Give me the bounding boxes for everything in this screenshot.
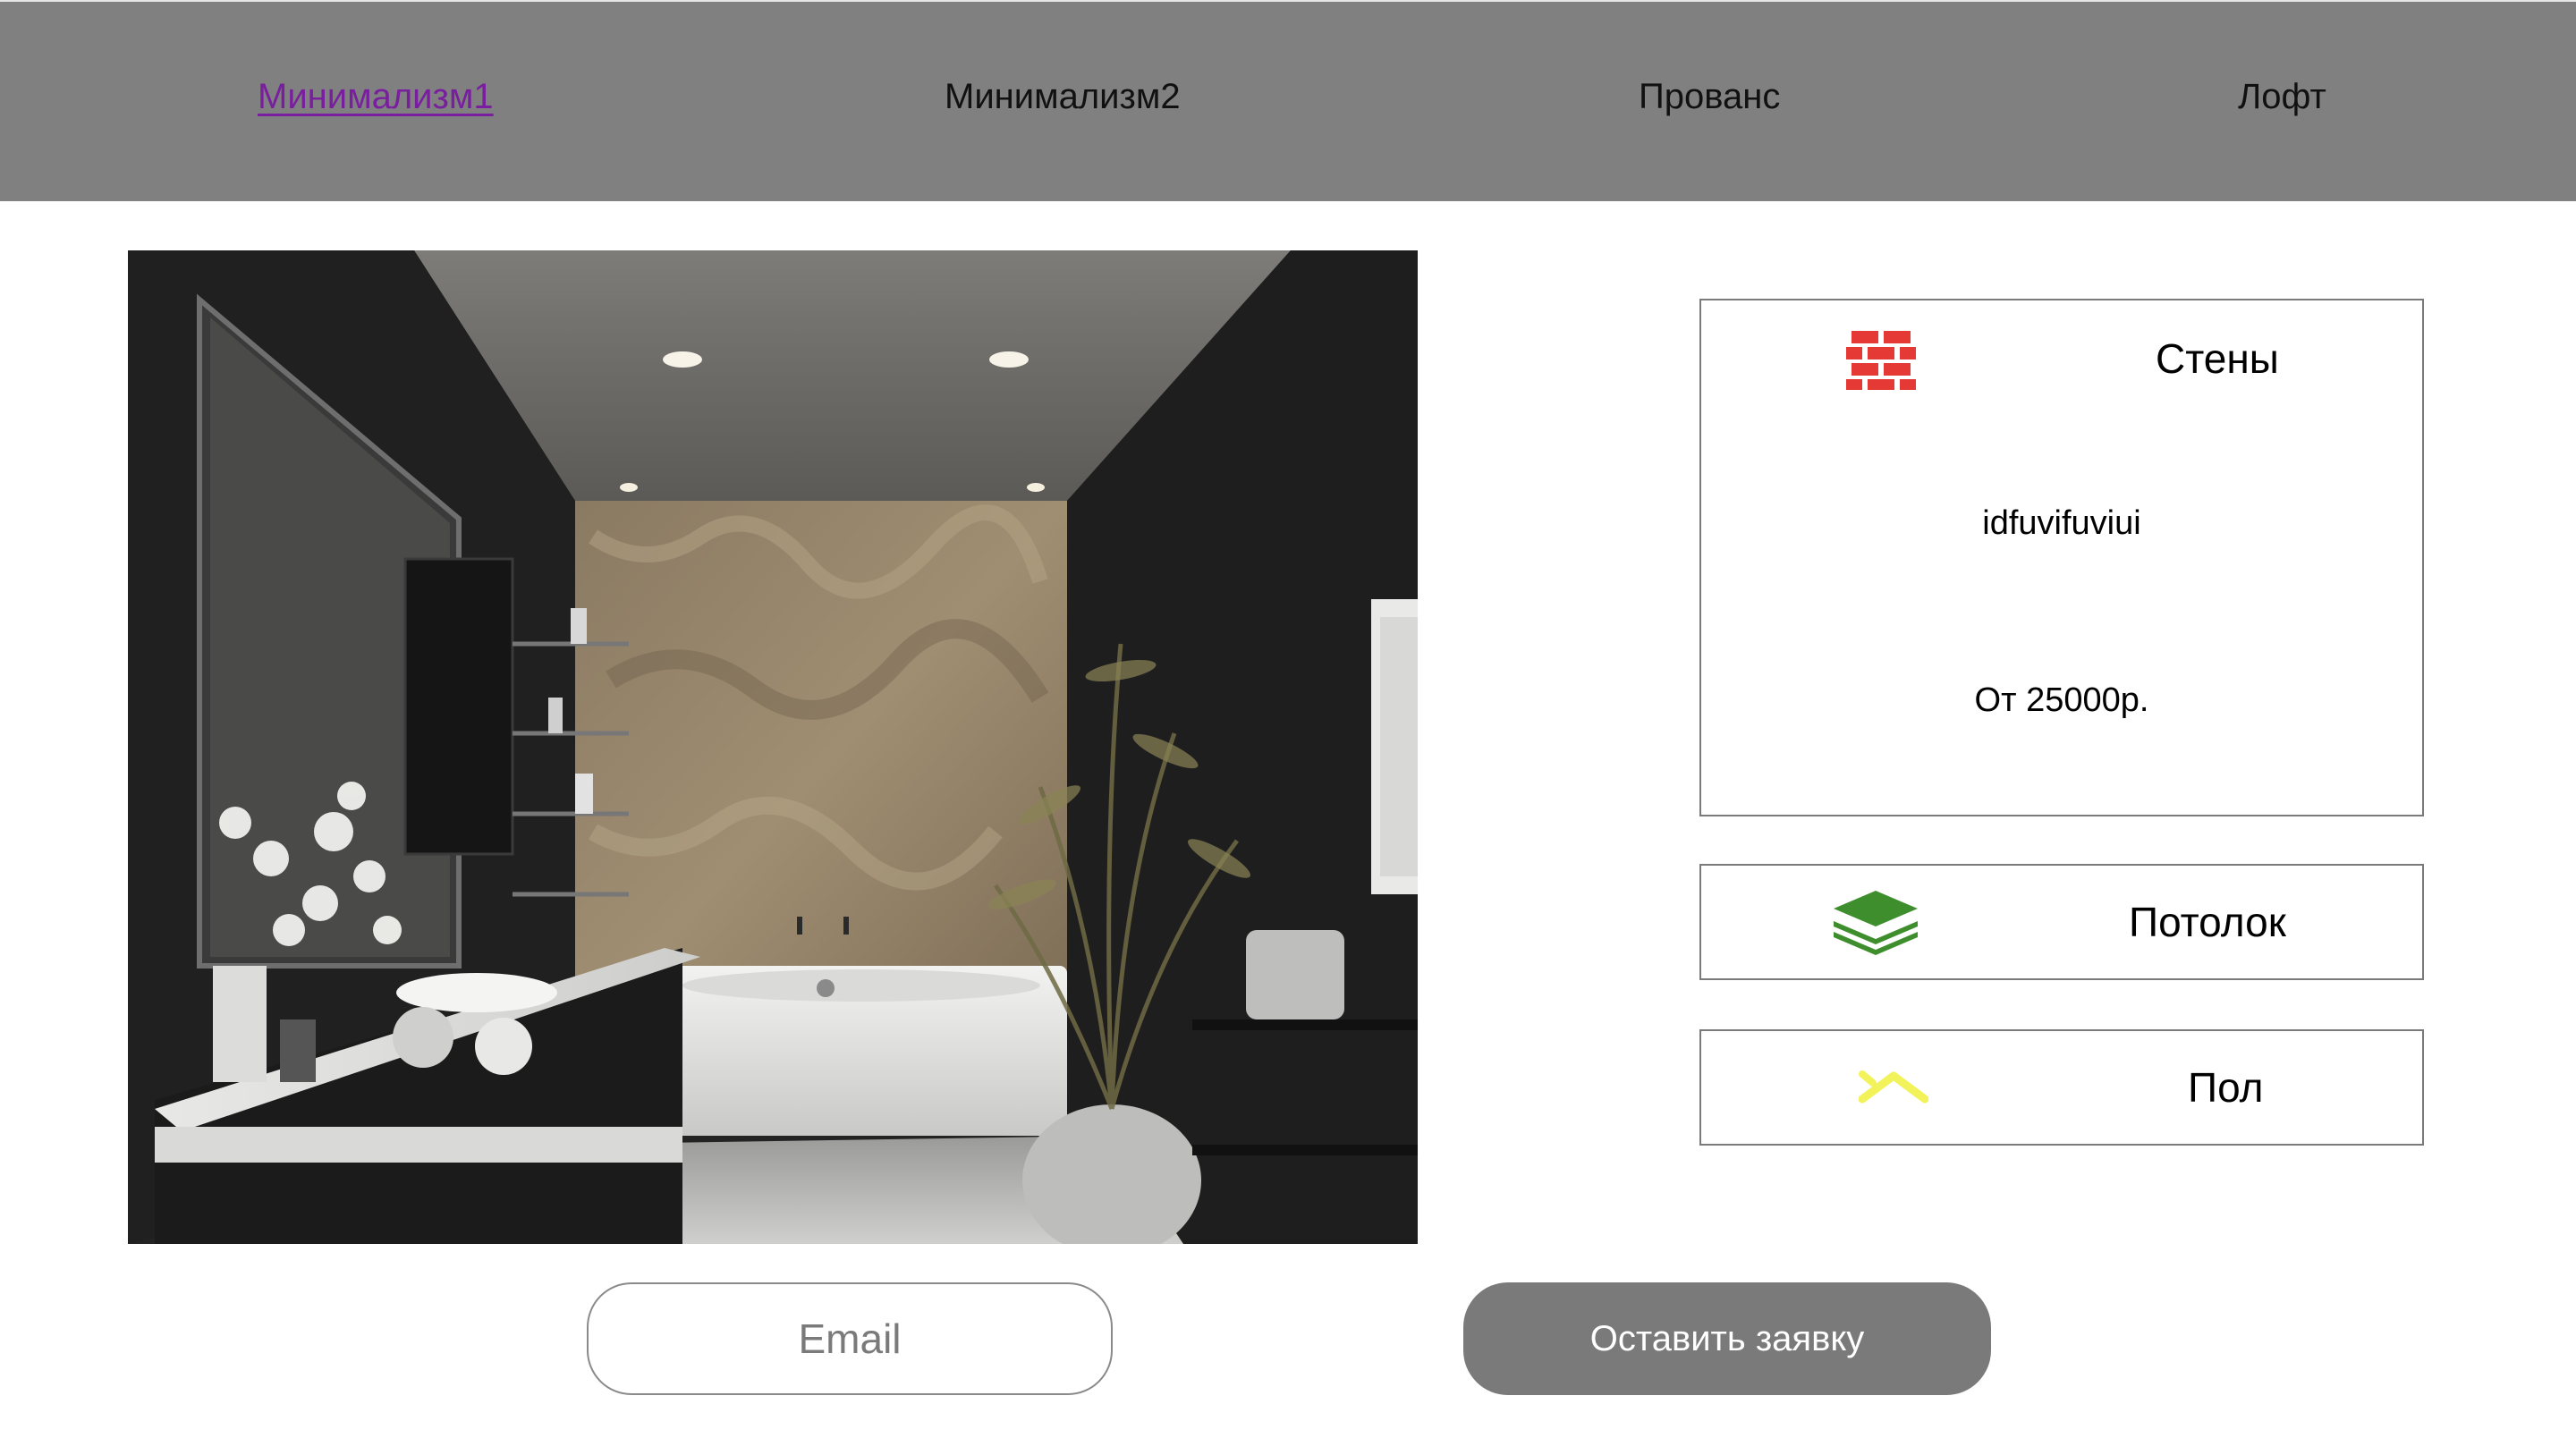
bathroom-interior-image [128, 250, 1418, 1244]
walls-price: От 25000р. [1974, 681, 2149, 719]
ceiling-title: Потолок [2129, 899, 2286, 945]
walls-card[interactable]: Стены idfuvifuviui От 25000р. [1699, 299, 2424, 816]
brick-wall-icon [1846, 331, 1916, 390]
chevron-up-icon [1859, 1070, 1928, 1104]
floor-card[interactable]: Пол [1699, 1029, 2424, 1146]
nav-link-minimalism2[interactable]: Минимализм2 [945, 77, 1181, 117]
floor-title: Пол [2188, 1064, 2264, 1111]
ceiling-card[interactable]: Потолок [1699, 864, 2424, 980]
submit-request-button[interactable]: Оставить заявку [1463, 1282, 1991, 1395]
nav-link-loft[interactable]: Лофт [2238, 77, 2326, 117]
layers-icon [1834, 891, 1918, 955]
email-input[interactable] [587, 1282, 1113, 1395]
page: Минимализм1 Минимализм2 Прованс Лофт Сте… [0, 0, 2576, 1438]
nav-link-provence[interactable]: Прованс [1639, 77, 1780, 117]
walls-title: Стены [2156, 335, 2279, 382]
top-navigation-bar: Минимализм1 Минимализм2 Прованс Лофт [0, 0, 2576, 201]
nav-link-minimalism1[interactable]: Минимализм1 [258, 77, 494, 117]
walls-description: idfuvifuviui [1982, 504, 2141, 542]
